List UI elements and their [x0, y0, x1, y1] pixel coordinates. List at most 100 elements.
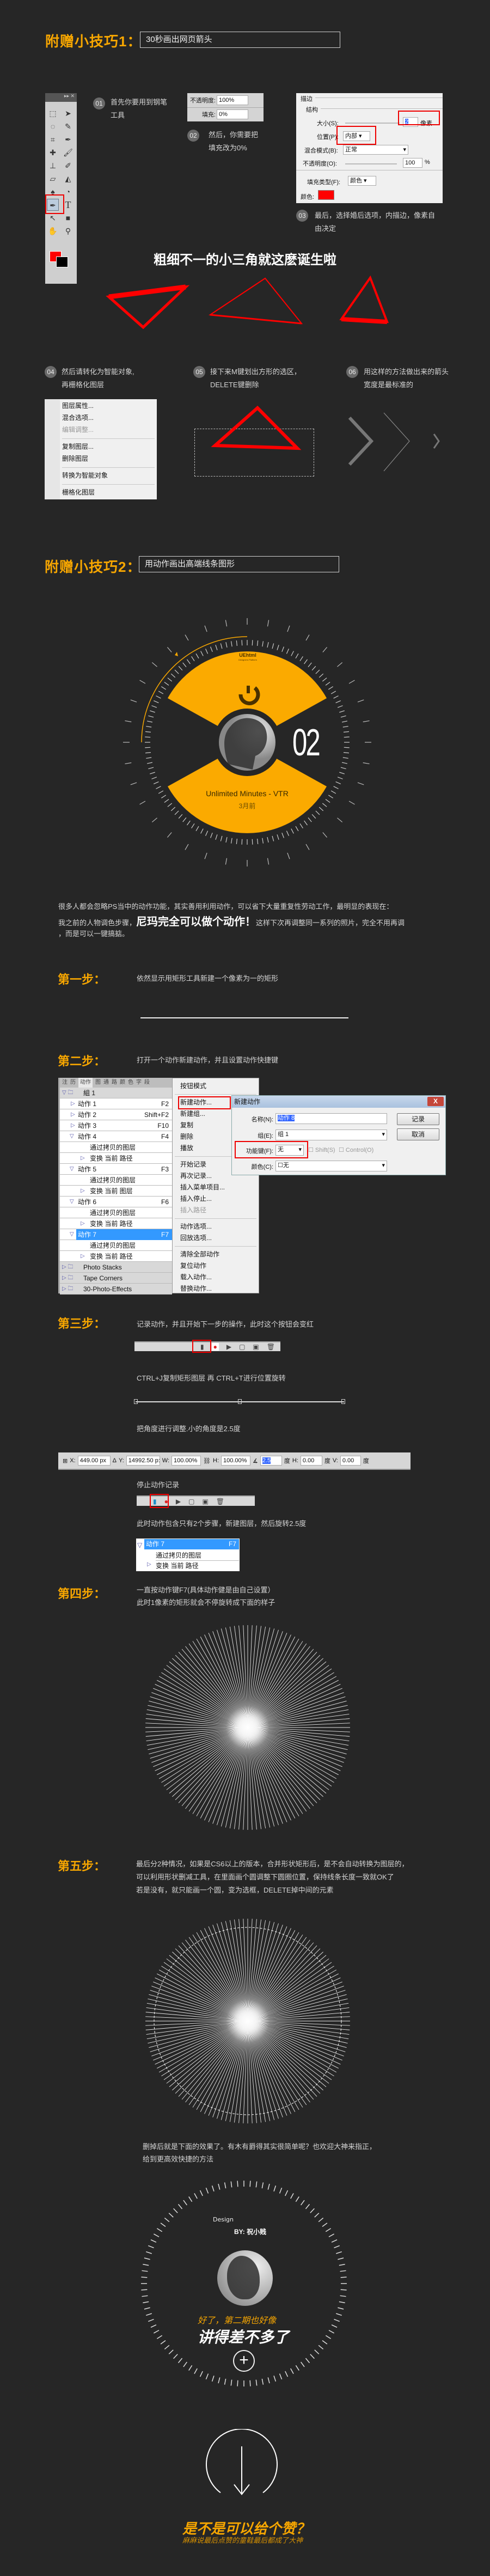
mini-action-row[interactable]: 动作 7 F7	[144, 1539, 239, 1549]
new-set-icon[interactable]: ▢	[188, 1498, 194, 1505]
dialog-close-button[interactable]: X	[427, 1097, 444, 1106]
mini-cmd-transform[interactable]: 变换 当前 路径	[156, 1561, 199, 1571]
fill-type-select[interactable]: 颜色 ▾	[348, 176, 376, 186]
panel-tab[interactable]: 历	[70, 1078, 76, 1088]
group-select[interactable]: 组 1 ▾	[275, 1130, 387, 1140]
opacity-input[interactable]: 100%	[217, 95, 248, 105]
transform-handle-center[interactable]	[238, 1399, 242, 1404]
play-icon[interactable]: ▶	[226, 1343, 231, 1351]
row-toggle-icon[interactable]: ▷	[71, 1098, 75, 1109]
stroke-opacity-slider[interactable]	[345, 163, 397, 164]
trash-icon[interactable]: 🗑	[216, 1498, 224, 1505]
fill-input[interactable]: 0%	[217, 109, 248, 119]
cancel-button[interactable]: 取消	[397, 1128, 439, 1140]
brush-tool-icon[interactable]: 🖌	[62, 146, 74, 158]
record-button[interactable]: 记录	[397, 1113, 439, 1125]
row-toggle-icon[interactable]: ▷ 🗀	[62, 1284, 73, 1295]
action-row[interactable]: ▷ 变换 当前 路径	[60, 1218, 172, 1229]
plus-button[interactable]: +	[233, 2350, 255, 2372]
panel-tab[interactable]: 通	[103, 1078, 109, 1088]
panel-tab[interactable]: 段	[144, 1078, 150, 1088]
menu-blending-options[interactable]: 混合选项...	[60, 412, 157, 424]
quick-select-icon[interactable]: ✎	[62, 120, 74, 132]
panel-tab[interactable]: 颜	[120, 1078, 125, 1088]
action-row[interactable]: ▷ 🗀 30-Photo-Effects	[60, 1284, 172, 1295]
flyout-menu-item[interactable]: 清除全部动作	[173, 1249, 259, 1260]
action-row[interactable]: ▷ 变换 当前 路径	[60, 1251, 172, 1262]
action-row[interactable]: 通过拷贝的图层	[60, 1207, 172, 1218]
row-toggle-icon[interactable]: ▽	[70, 1164, 74, 1175]
new-action-icon[interactable]: ▣	[202, 1498, 208, 1505]
control-checkbox[interactable]: ☐ Control(O)	[339, 1146, 373, 1153]
stroke-opacity-input[interactable]: 100	[403, 158, 422, 168]
move-tool-icon[interactable]: ➤	[62, 107, 74, 119]
blend-select[interactable]: 正常 ▾	[343, 145, 408, 155]
stamp-tool-icon[interactable]: ⊥	[47, 160, 59, 172]
action-row[interactable]: ▷ 动作 2 Shift+F2	[60, 1109, 172, 1120]
panel-tab[interactable]: 色	[128, 1078, 133, 1088]
row-toggle-icon[interactable]: ▷	[81, 1186, 85, 1197]
action-row[interactable]: 通过拷贝的图层	[60, 1142, 172, 1153]
w-input[interactable]: 100.00%	[171, 1456, 201, 1466]
action-row[interactable]: 通过拷贝的图层	[60, 1175, 172, 1186]
row-toggle-icon[interactable]: ▽	[70, 1229, 74, 1240]
row-toggle-icon[interactable]: ▷	[71, 1120, 75, 1131]
row-toggle-icon[interactable]: ▽	[70, 1131, 74, 1142]
eraser-tool-icon[interactable]: ▱	[47, 173, 59, 185]
history-brush-icon[interactable]: ✐	[62, 160, 74, 172]
menu-layer-properties[interactable]: 图层属性...	[60, 400, 157, 412]
flyout-menu-item[interactable]: 插入菜单项目...	[173, 1182, 259, 1193]
action-row[interactable]: ▽ 动作 5 F3	[60, 1164, 172, 1175]
name-input[interactable]: 动作 8	[278, 1115, 295, 1121]
action-row[interactable]: ▽ 动作 6 F6	[60, 1197, 172, 1207]
panel-tab[interactable]: 注	[62, 1078, 68, 1088]
transform-handle-left[interactable]	[134, 1399, 138, 1404]
menu-rasterize-layer[interactable]: 栅格化图层	[60, 487, 157, 499]
row-toggle-icon[interactable]: ▷	[81, 1218, 85, 1229]
row-toggle-icon[interactable]: ▷	[71, 1109, 75, 1120]
play-icon[interactable]: ▶	[176, 1498, 181, 1505]
action-row[interactable]: ▷ 变换 当前 路径	[60, 1153, 172, 1164]
stroke-color-swatch[interactable]	[318, 190, 334, 200]
row-toggle-icon[interactable]: ▽	[70, 1197, 74, 1207]
healing-brush-icon[interactable]: ✚	[47, 146, 59, 158]
flyout-menu-item[interactable]: 插入停止...	[173, 1193, 259, 1205]
h-input[interactable]: 100.00%	[221, 1456, 250, 1466]
menu-delete-layer[interactable]: 删除图层	[60, 453, 157, 465]
collapse-icon[interactable]: ▷	[147, 1561, 151, 1567]
link-icon[interactable]: ⛓	[203, 1457, 211, 1464]
size-slider[interactable]	[345, 123, 400, 124]
flyout-menu-item[interactable]: 载入动作...	[173, 1272, 259, 1283]
hskew-input[interactable]: 0.00	[300, 1456, 322, 1466]
row-toggle-icon[interactable]: ▽ 🗀	[62, 1088, 73, 1098]
y-input[interactable]: 14992.50 p:	[126, 1456, 160, 1466]
mini-cmd-copy-layer[interactable]: 通过拷贝的图层	[156, 1551, 239, 1561]
panel-tab[interactable]: 动作	[78, 1078, 93, 1088]
color-select[interactable]: ☐无 ▾	[275, 1161, 387, 1171]
shift-checkbox[interactable]: ☐ Shift(S)	[308, 1146, 335, 1153]
menu-duplicate-layer[interactable]: 复制图层...	[60, 441, 157, 453]
action-row[interactable]: ▷ 🗀 Photo Stacks	[60, 1262, 172, 1273]
panel-tab[interactable]: 图	[95, 1078, 101, 1088]
flyout-menu-item[interactable]: 回放选项...	[173, 1232, 259, 1244]
zoom-tool-icon[interactable]: ⚲	[62, 225, 74, 237]
menu-convert-smart-object[interactable]: 转换为智能对象	[60, 470, 157, 482]
lasso-tool-icon[interactable]: ◌	[47, 120, 59, 132]
new-action-icon[interactable]: ▣	[253, 1343, 259, 1351]
row-toggle-icon[interactable]: ▷ 🗀	[62, 1273, 73, 1284]
action-row[interactable]: ▷ 动作 3 F10	[60, 1120, 172, 1131]
expand-icon[interactable]: ▽	[137, 1541, 142, 1549]
record-icon[interactable]: ●	[211, 1343, 219, 1351]
action-row[interactable]: ▽ 🗀 組 1	[60, 1088, 172, 1098]
row-toggle-icon[interactable]: ▷ 🗀	[62, 1262, 73, 1273]
flyout-menu-item[interactable]: 动作选项...	[173, 1221, 259, 1232]
action-row[interactable]: 通过拷贝的图层	[60, 1240, 172, 1251]
flyout-menu-item[interactable]: 替换动作...	[173, 1283, 259, 1295]
hand-tool-icon[interactable]: ✋	[47, 225, 59, 237]
panel-tab[interactable]: 路	[112, 1078, 117, 1088]
row-toggle-icon[interactable]: ▷	[81, 1251, 85, 1262]
flyout-menu-item[interactable]: 按钮模式	[173, 1081, 259, 1092]
x-input[interactable]: 449.00 px	[77, 1456, 111, 1466]
new-set-icon[interactable]: ▢	[239, 1343, 245, 1351]
reference-point-icon[interactable]: ⊞	[63, 1457, 68, 1464]
